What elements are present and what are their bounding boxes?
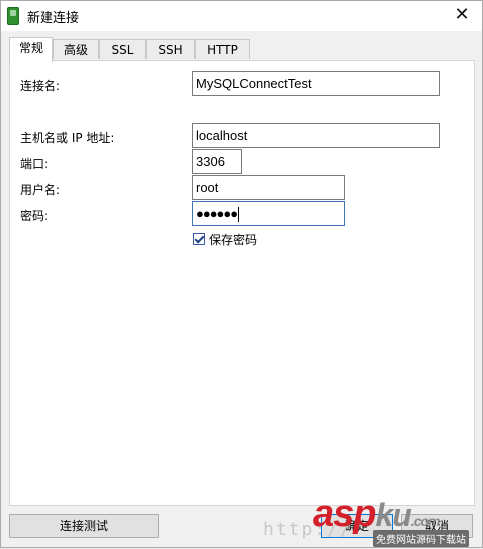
username-label: 用户名: [20, 183, 61, 197]
connection-name-label: 连接名: [20, 79, 61, 93]
tab-ssh[interactable]: SSH [146, 39, 195, 59]
save-password-checkbox[interactable] [193, 233, 205, 245]
ok-button[interactable]: 确定 [321, 514, 393, 538]
new-connection-dialog: 新建连接 ✕ 常规 高级 SSL SSH HTTP 连接名: MySQLConn… [0, 0, 483, 548]
app-icon [7, 7, 19, 25]
window-title: 新建连接 [27, 11, 80, 26]
password-input[interactable]: ●●●●●● [192, 201, 345, 226]
cancel-button[interactable]: 取消 [401, 514, 473, 538]
test-connection-button[interactable]: 连接测试 [9, 514, 159, 538]
port-input[interactable]: 3306 [192, 149, 242, 174]
host-label: 主机名或 IP 地址: [20, 131, 115, 145]
username-input[interactable]: root [192, 175, 345, 200]
port-label: 端口: [20, 157, 49, 171]
connection-name-input[interactable]: MySQLConnectTest [192, 71, 440, 96]
save-password-label[interactable]: 保存密码 [209, 231, 257, 248]
close-button[interactable]: ✕ [450, 4, 474, 26]
tab-general[interactable]: 常规 [9, 37, 53, 62]
password-label: 密码: [20, 209, 49, 223]
text-caret [238, 207, 240, 223]
title-bar: 新建连接 ✕ [1, 1, 482, 31]
tab-ssl[interactable]: SSL [99, 39, 146, 59]
password-mask: ●●●●●● [196, 206, 238, 221]
tab-http[interactable]: HTTP [195, 39, 250, 59]
general-tab-panel: 连接名: MySQLConnectTest 主机名或 IP 地址: localh… [9, 60, 475, 506]
host-input[interactable]: localhost [192, 123, 440, 148]
tab-advanced[interactable]: 高级 [53, 39, 99, 59]
